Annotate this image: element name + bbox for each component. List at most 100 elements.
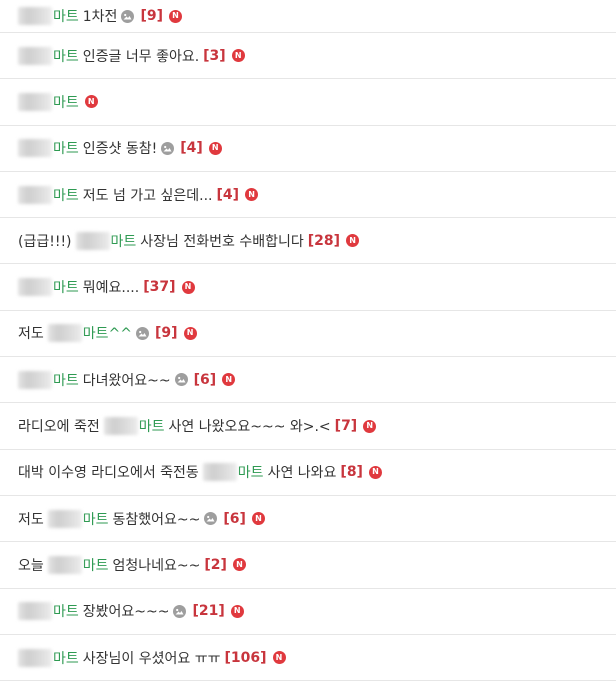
post-row[interactable]: 라디오에 죽전 마트 사연 나왔오요~~~ 와>.< [7] N — [0, 403, 616, 450]
comment-count[interactable]: [9] — [155, 325, 178, 341]
post-title[interactable]: 사장님이 우셨어요 ㅠㅠ — [83, 648, 221, 668]
blurred-store-name — [47, 509, 82, 528]
new-badge-icon: N — [168, 9, 182, 23]
post-row[interactable]: 저도 마트 동참했어요~~ [6] N — [0, 496, 616, 543]
blurred-store-name — [47, 324, 82, 343]
mart-keyword[interactable]: 마트^^ — [83, 323, 132, 343]
blurred-store-name — [75, 231, 110, 250]
mart-keyword[interactable]: 마트 — [238, 462, 264, 482]
post-title[interactable]: 사연 나와요 — [268, 462, 337, 482]
post-row[interactable]: 마트 저도 넘 가고 싶은데... [4] N — [0, 172, 616, 219]
post-row[interactable]: 저도 마트^^ [9] N — [0, 311, 616, 358]
comment-count[interactable]: [4] — [217, 187, 240, 203]
blurred-store-name — [18, 648, 52, 667]
post-row[interactable]: 오늘 마트 엄청나네요~~ [2] N — [0, 542, 616, 589]
new-badge-icon: N — [230, 604, 244, 618]
comment-count[interactable]: [9] — [140, 8, 163, 24]
mart-keyword[interactable]: 마트 — [53, 6, 79, 26]
post-title-prefix[interactable]: 오늘 — [18, 555, 44, 575]
blurred-store-name — [18, 602, 52, 621]
image-attachment-icon — [204, 512, 218, 526]
mart-keyword[interactable]: 마트 — [83, 509, 109, 529]
blurred-store-name — [18, 278, 52, 297]
post-title[interactable]: 사장님 전화번호 수배합니다 — [140, 231, 303, 251]
comment-count[interactable]: [4] — [180, 140, 203, 156]
mart-keyword[interactable]: 마트 — [53, 601, 79, 621]
post-title-prefix[interactable]: 저도 — [18, 509, 44, 529]
mart-keyword[interactable]: 마트 — [139, 416, 165, 436]
post-row[interactable]: 마트 인증샷 동참! [4] N — [0, 126, 616, 172]
image-attachment-icon — [161, 141, 175, 155]
comment-count[interactable]: [2] — [204, 557, 227, 573]
image-attachment-icon — [174, 373, 188, 387]
comment-count[interactable]: [37] — [143, 279, 175, 295]
post-title-prefix[interactable]: 저도 — [18, 323, 44, 343]
post-title[interactable]: 엄청나네요~~ — [113, 555, 201, 575]
comment-count[interactable]: [7] — [335, 418, 358, 434]
post-row[interactable]: 마트 장봤어요~~~ [21] N — [0, 589, 616, 635]
post-title[interactable]: 1차전 — [83, 6, 118, 26]
new-badge-icon: N — [272, 651, 286, 664]
mart-keyword[interactable]: 마트 — [83, 555, 109, 575]
comment-count[interactable]: [6] — [223, 511, 246, 527]
mart-keyword[interactable]: 마트 — [53, 277, 79, 297]
mart-keyword[interactable]: 마트 — [53, 185, 79, 205]
new-badge-icon: N — [251, 512, 265, 526]
new-badge-icon: N — [183, 326, 197, 340]
blurred-store-name — [18, 92, 52, 111]
blurred-store-name — [18, 46, 52, 65]
image-attachment-icon — [136, 326, 149, 340]
post-list: 마트 1차전 [9] N 마트 인증글 너무 좋아요. [3] N 마트 N 마트 인증샷 동참! [4… — [0, 0, 616, 682]
post-row[interactable]: 마트 사장님이 우셨어요 ㅠㅠ [106] N — [0, 635, 616, 682]
comment-count[interactable]: [3] — [203, 48, 226, 64]
new-badge-icon: N — [363, 419, 377, 433]
new-badge-icon: N — [346, 234, 360, 248]
post-title[interactable]: 사연 나왔오요~~~ 와>.< — [169, 416, 331, 436]
new-badge-icon: N — [84, 95, 98, 109]
post-row[interactable]: 마트 1차전 [9] N — [0, 0, 616, 33]
post-row[interactable]: 마트 N — [0, 79, 616, 126]
comment-count[interactable]: [21] — [192, 603, 224, 619]
blurred-store-name — [47, 555, 82, 574]
new-badge-icon: N — [231, 49, 245, 63]
new-badge-icon: N — [232, 558, 246, 572]
blurred-store-name — [18, 185, 52, 204]
blurred-store-name — [103, 417, 138, 436]
new-badge-icon: N — [245, 188, 259, 202]
post-title[interactable]: 인증샷 동참! — [83, 138, 157, 158]
post-title[interactable]: 장봤어요~~~ — [83, 601, 170, 621]
mart-keyword[interactable]: 마트 — [53, 46, 79, 66]
post-row[interactable]: (급급!!!) 마트 사장님 전화번호 수배합니다 [28] N — [0, 218, 616, 265]
blurred-store-name — [18, 370, 52, 389]
post-title[interactable]: 다녀왔어요~~ — [83, 370, 171, 390]
image-attachment-icon — [121, 9, 135, 23]
post-title-prefix[interactable]: 대박 이수영 라디오에서 죽전동 — [18, 462, 199, 482]
blurred-store-name — [202, 463, 237, 482]
mart-keyword[interactable]: 마트 — [53, 370, 79, 390]
post-title-prefix[interactable]: (급급!!!) — [18, 231, 72, 251]
blurred-store-name — [18, 139, 52, 158]
comment-count[interactable]: [8] — [340, 464, 363, 480]
post-title-prefix[interactable]: 라디오에 죽전 — [18, 416, 100, 436]
post-title[interactable]: 인증글 너무 좋아요. — [83, 46, 199, 66]
mart-keyword[interactable]: 마트 — [53, 92, 79, 112]
comment-count[interactable]: [28] — [308, 233, 340, 249]
new-badge-icon: N — [208, 141, 222, 155]
image-attachment-icon — [173, 604, 187, 618]
post-row[interactable]: 마트 인증글 너무 좋아요. [3] N — [0, 33, 616, 80]
post-row[interactable]: 대박 이수영 라디오에서 죽전동 마트 사연 나와요 [8] N — [0, 450, 616, 496]
post-title[interactable]: 동참했어요~~ — [113, 509, 201, 529]
mart-keyword[interactable]: 마트 — [53, 648, 79, 668]
new-badge-icon: N — [222, 373, 236, 387]
post-title[interactable]: 저도 넘 가고 싶은데... — [83, 185, 213, 205]
comment-count[interactable]: [106] — [224, 650, 266, 666]
post-row[interactable]: 마트 다녀왔어요~~ [6] N — [0, 357, 616, 404]
post-title[interactable]: 뭐예요.... — [83, 277, 139, 297]
new-badge-icon: N — [181, 280, 195, 294]
blurred-store-name — [18, 7, 52, 25]
new-badge-icon: N — [368, 465, 382, 479]
comment-count[interactable]: [6] — [194, 372, 217, 388]
mart-keyword[interactable]: 마트 — [111, 231, 137, 251]
post-row[interactable]: 마트 뭐예요.... [37] N — [0, 264, 616, 311]
mart-keyword[interactable]: 마트 — [53, 138, 79, 158]
